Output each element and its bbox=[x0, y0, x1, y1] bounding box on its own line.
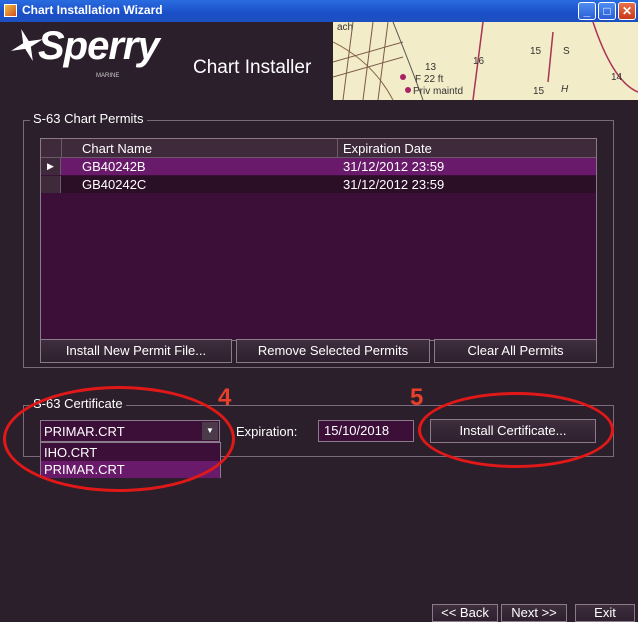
clear-all-permits-button[interactable]: Clear All Permits bbox=[434, 339, 597, 363]
column-header-expiration-date[interactable]: Expiration Date bbox=[343, 141, 432, 156]
map-label: F 22 ft bbox=[415, 74, 444, 85]
permits-table[interactable]: Chart Name Expiration Date ▶ GB40242B 31… bbox=[40, 138, 597, 341]
maximize-icon: □ bbox=[603, 4, 611, 18]
table-row[interactable]: ▶ GB40242B 31/12/2012 23:59 bbox=[41, 158, 596, 175]
table-row[interactable]: GB40242C 31/12/2012 23:59 bbox=[41, 176, 596, 193]
maximize-button[interactable]: □ bbox=[598, 2, 616, 20]
cell-expiration-date: 31/12/2012 23:59 bbox=[343, 159, 445, 174]
row-selector-arrow-icon: ▶ bbox=[41, 158, 61, 175]
wizard-window: Chart Installation Wizard _ □ ✕ Sperry M… bbox=[0, 0, 638, 622]
app-title: Chart Installer bbox=[193, 57, 312, 78]
nautical-chart-image: ach 13 16 15 S 14 F 22 ft Priv maintd 15… bbox=[333, 22, 638, 100]
annotation-marker-5: 5 bbox=[410, 384, 424, 411]
close-icon: ✕ bbox=[621, 4, 633, 18]
exit-button[interactable]: Exit bbox=[575, 604, 635, 622]
map-label: Priv maintd bbox=[413, 86, 464, 97]
minimize-icon: _ bbox=[583, 4, 591, 18]
permits-group-title: S-63 Chart Permits bbox=[30, 111, 147, 126]
window-title: Chart Installation Wizard bbox=[22, 3, 163, 17]
back-button[interactable]: << Back bbox=[432, 604, 498, 622]
app-icon bbox=[4, 4, 17, 17]
column-separator bbox=[61, 139, 62, 158]
install-permit-file-button[interactable]: Install New Permit File... bbox=[40, 339, 232, 363]
row-selector bbox=[41, 176, 61, 193]
remove-selected-permits-button[interactable]: Remove Selected Permits bbox=[236, 339, 430, 363]
close-button[interactable]: ✕ bbox=[618, 2, 636, 20]
brand-subtitle: MARINE bbox=[96, 73, 120, 79]
column-header-chart-name[interactable]: Chart Name bbox=[82, 141, 152, 156]
cell-chart-name: GB40242B bbox=[82, 159, 146, 174]
chart-lines bbox=[333, 22, 638, 100]
cell-chart-name: GB40242C bbox=[82, 177, 147, 192]
map-label: 15 bbox=[533, 86, 545, 97]
brand-logo: Sperry bbox=[38, 24, 160, 68]
minimize-button[interactable]: _ bbox=[578, 2, 596, 20]
annotation-circle-dropdown bbox=[3, 386, 235, 492]
map-label: S bbox=[563, 46, 570, 57]
expiration-label: Expiration: bbox=[236, 424, 298, 439]
map-label: 15 bbox=[530, 46, 542, 57]
map-label: H bbox=[561, 84, 569, 95]
annotation-circle-install-certificate bbox=[418, 392, 614, 468]
map-label: 16 bbox=[473, 56, 485, 67]
title-bar[interactable]: Chart Installation Wizard _ □ ✕ bbox=[0, 0, 638, 22]
column-separator bbox=[337, 139, 338, 158]
table-header: Chart Name Expiration Date bbox=[41, 139, 596, 158]
expiration-field: 15/10/2018 bbox=[318, 420, 414, 442]
annotation-marker-4: 4 bbox=[218, 384, 232, 411]
next-button[interactable]: Next >> bbox=[501, 604, 567, 622]
map-label: 13 bbox=[425, 62, 437, 73]
map-label: 14 bbox=[611, 72, 623, 83]
map-label: ach bbox=[337, 22, 354, 33]
cell-expiration-date: 31/12/2012 23:59 bbox=[343, 177, 445, 192]
